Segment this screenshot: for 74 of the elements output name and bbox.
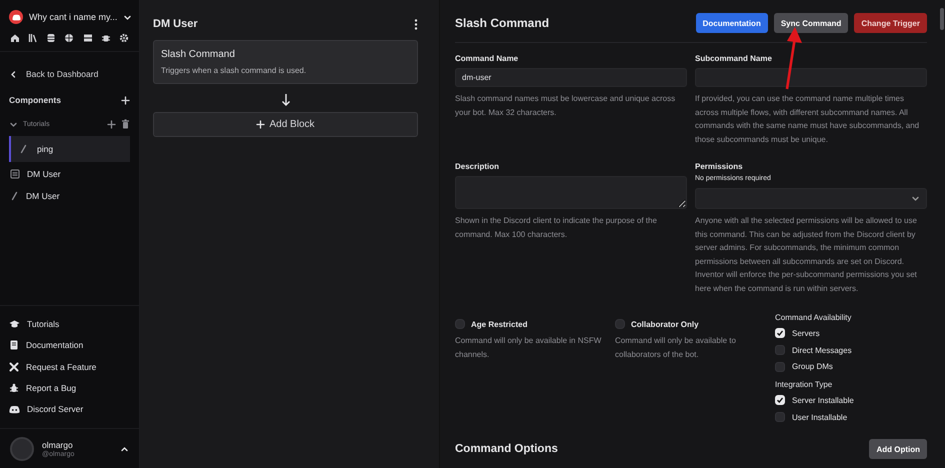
checkbox[interactable] bbox=[455, 319, 465, 329]
input-field[interactable]: dm-user bbox=[455, 68, 687, 87]
bug-icon bbox=[9, 383, 19, 394]
checkbox-label: Collaborator Only bbox=[631, 320, 699, 328]
sidebar-link[interactable]: Documentation bbox=[9, 334, 130, 356]
server-icon[interactable] bbox=[82, 33, 93, 43]
panel-title: Slash Command bbox=[455, 16, 550, 30]
documentation-button[interactable]: Documentation bbox=[696, 13, 768, 33]
help-text: Anyone with all the selected permissions will be allowed to use this command. This can be adjusted from the Discord client by server admins. For subcommands, the minimum common permissions between all subcommands are set on Discord. Inventor will enforce the per-subcommand permissions you set here when the command is run within servers. bbox=[695, 215, 918, 294]
input-field[interactable] bbox=[695, 68, 927, 87]
sidebar-link[interactable]: Discord Server bbox=[9, 398, 130, 420]
chevron-up-icon[interactable] bbox=[120, 444, 129, 454]
section-title: Command Options bbox=[455, 443, 558, 456]
sidebar-link[interactable]: Report a Bug bbox=[9, 377, 130, 399]
help-text: Shown in the Discord client to indicate the purpose of the command. Max 100 characters. bbox=[455, 215, 658, 240]
globe-icon[interactable] bbox=[64, 33, 74, 43]
sidebar-link[interactable]: Request a Feature bbox=[9, 356, 130, 378]
slash-icon bbox=[10, 191, 19, 201]
sidebar-item[interactable]: DM User bbox=[9, 164, 130, 184]
group-label: Command Availability bbox=[775, 313, 852, 322]
field-label: Description bbox=[455, 162, 500, 171]
checkbox-label: Server Installable bbox=[792, 396, 854, 405]
flow-title: DM User bbox=[153, 18, 198, 30]
group-label: Integration Type bbox=[775, 380, 834, 390]
settings-icon[interactable] bbox=[118, 33, 129, 43]
help-text: Slash command names must be lowercase and unique across your bot. Max 32 characters. bbox=[455, 93, 676, 119]
checkbox[interactable] bbox=[775, 345, 785, 356]
down-arrow-icon bbox=[280, 93, 290, 106]
checkbox-label: Servers bbox=[792, 328, 820, 338]
help-text: Command will only be available to collaborators of the bot. bbox=[615, 335, 737, 360]
game-controller-icon bbox=[9, 404, 20, 414]
database-icon[interactable] bbox=[46, 33, 56, 43]
help-text: Command will only be available in NSFW channels. bbox=[455, 335, 602, 360]
slash-icon bbox=[19, 144, 28, 154]
plus-icon bbox=[256, 120, 266, 129]
sync-button[interactable]: Sync Command bbox=[774, 13, 848, 33]
checkbox-label: Direct Messages bbox=[792, 346, 852, 355]
avatar bbox=[10, 437, 34, 461]
sidebar-item[interactable]: DM User bbox=[9, 186, 130, 206]
add-option-button[interactable]: Add Option bbox=[869, 439, 927, 460]
plus-icon[interactable] bbox=[107, 120, 116, 128]
checkbox[interactable] bbox=[775, 412, 785, 422]
server-logo bbox=[9, 10, 23, 24]
checkbox-label: Group DMs bbox=[792, 362, 833, 372]
checkbox-label: Age Restricted bbox=[471, 320, 528, 328]
chevron-left-icon bbox=[9, 70, 18, 78]
bug-icon[interactable] bbox=[100, 33, 111, 43]
checkbox[interactable] bbox=[615, 319, 625, 329]
field-label: Subcommand Name bbox=[695, 54, 773, 63]
more-vertical-icon[interactable] bbox=[414, 18, 418, 30]
book-icon bbox=[9, 340, 19, 350]
graduation-cap-icon bbox=[9, 319, 20, 330]
trigger-card[interactable]: Slash Command Triggers when a slash command is used. bbox=[153, 40, 418, 84]
checkbox-label: User Installable bbox=[792, 412, 848, 422]
form-icon bbox=[10, 169, 20, 179]
sidebar-link[interactable]: Tutorials bbox=[9, 314, 130, 335]
trigger-title: Slash Command bbox=[161, 49, 236, 60]
field-label: Permissions bbox=[695, 162, 744, 171]
back-link[interactable]: Back to Dashboard bbox=[9, 64, 130, 84]
change-trigger-button[interactable]: Change Trigger bbox=[854, 13, 927, 33]
add-block-button[interactable]: Add Block bbox=[153, 112, 418, 137]
help-text: If provided, you can use the command name multiple times across multiple flows, with different subcommand names. All commands with the same name must have subcommands, and those subcommands must be unique. bbox=[695, 93, 920, 146]
trigger-description: Triggers when a slash command is used. bbox=[161, 66, 308, 75]
server-name: Why cant i name my... bbox=[29, 12, 118, 22]
checkbox[interactable] bbox=[775, 362, 785, 372]
scrollbar[interactable] bbox=[940, 8, 944, 30]
field-label: Command Name bbox=[455, 54, 520, 63]
user-name: olmargo bbox=[42, 440, 74, 450]
trash-icon[interactable] bbox=[121, 119, 130, 129]
sidebar-item[interactable]: ping bbox=[9, 136, 130, 162]
chevron-down-icon bbox=[911, 194, 920, 203]
home-icon[interactable] bbox=[10, 33, 20, 43]
section-heading: Components bbox=[9, 95, 62, 105]
books-icon[interactable] bbox=[28, 33, 38, 43]
